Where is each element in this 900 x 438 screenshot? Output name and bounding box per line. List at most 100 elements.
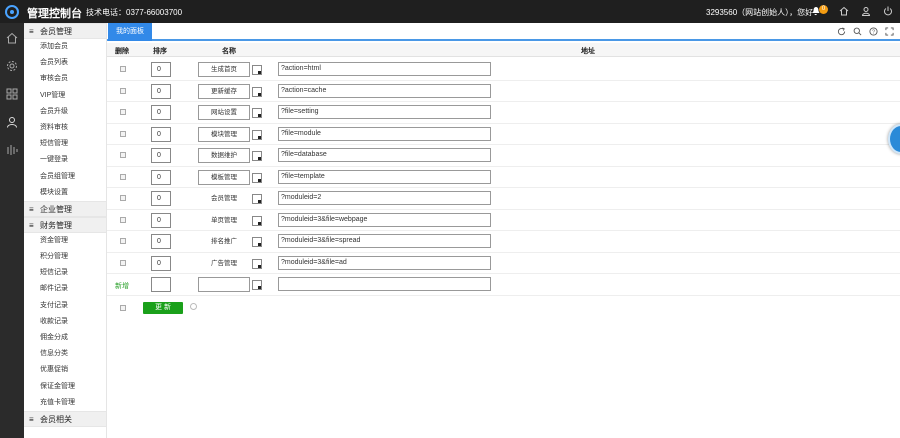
sidebar-item[interactable]: 充值卡管理	[24, 395, 106, 411]
color-picker-button[interactable]	[252, 194, 262, 204]
sidebar-item[interactable]: 资料审核	[24, 120, 106, 136]
new-order-input[interactable]	[151, 277, 171, 292]
sidebar-item[interactable]: 保证金管理	[24, 379, 106, 395]
name-input[interactable]: 生成首页	[198, 62, 250, 77]
user-icon[interactable]	[860, 4, 872, 18]
delete-checkbox[interactable]	[120, 66, 126, 72]
delete-checkbox[interactable]	[120, 259, 126, 266]
user-icon[interactable]	[5, 115, 19, 129]
color-picker-button[interactable]	[252, 108, 262, 118]
help-icon[interactable]	[190, 303, 197, 310]
order-input[interactable]: 0	[151, 148, 171, 163]
address-input[interactable]: ?file=database	[278, 148, 491, 162]
col-address: 地址	[581, 48, 595, 55]
search-icon[interactable]	[852, 26, 862, 36]
delete-checkbox[interactable]	[120, 87, 126, 94]
sidebar-item[interactable]: 会员组管理	[24, 169, 106, 185]
color-picker-button[interactable]	[252, 172, 262, 183]
address-input[interactable]: ?file=setting	[278, 105, 491, 119]
home-icon[interactable]	[838, 4, 850, 18]
sidebar-item[interactable]: 模块设置	[24, 185, 106, 201]
grid-icon[interactable]	[5, 87, 19, 101]
color-picker-button[interactable]	[252, 129, 262, 140]
sidebar-item[interactable]: 短信管理	[24, 136, 106, 152]
sidebar-item[interactable]: 审核会员	[24, 71, 106, 87]
menu-icon: ≡	[29, 414, 34, 424]
sidebar-item[interactable]: 邮件记录	[24, 281, 106, 297]
order-input[interactable]: 0	[151, 191, 171, 206]
bell-icon[interactable]: 0	[810, 4, 828, 18]
address-input[interactable]: ?moduleid=2	[278, 191, 491, 205]
sidebar-item[interactable]: 一键登录	[24, 152, 106, 168]
name-input[interactable]: 数据维护	[198, 148, 250, 163]
sidebar-item[interactable]: 收款记录	[24, 314, 106, 330]
tab-my-panel[interactable]: 我的面板	[108, 23, 152, 41]
sidebar-section-finance[interactable]: ≡ 财务管理	[24, 216, 106, 233]
name-input[interactable]: 广告管理	[198, 255, 250, 271]
color-picker-button[interactable]	[252, 258, 262, 269]
color-picker-button[interactable]	[252, 280, 262, 290]
refresh-icon[interactable]	[836, 26, 846, 36]
address-input[interactable]: ?moduleid=3&file=spread	[278, 234, 491, 248]
name-input[interactable]: 模块管理	[198, 126, 250, 142]
name-input[interactable]: 网站设置	[198, 105, 250, 120]
delete-checkbox[interactable]	[120, 152, 126, 158]
fullscreen-icon[interactable]	[884, 26, 894, 36]
color-picker-button[interactable]	[252, 65, 262, 75]
order-input[interactable]: 0	[151, 62, 171, 77]
sidebar-section-company[interactable]: ≡ 企业管理	[24, 200, 106, 217]
address-input[interactable]: ?action=cache	[278, 83, 491, 98]
delete-checkbox[interactable]	[120, 109, 126, 115]
help-icon[interactable]: ?	[868, 26, 878, 36]
order-input[interactable]: 0	[151, 169, 171, 185]
order-input[interactable]: 0	[151, 234, 171, 249]
sidebar-item[interactable]: 积分管理	[24, 249, 106, 265]
color-picker-button[interactable]	[252, 215, 262, 226]
new-name-input[interactable]	[198, 277, 250, 292]
address-input[interactable]: ?moduleid=3&file=ad	[278, 255, 491, 270]
sidebar-item[interactable]: 会员列表	[24, 55, 106, 71]
sidebar-section-member[interactable]: ≡ 会员管理	[24, 23, 106, 39]
order-input[interactable]: 0	[151, 83, 171, 99]
name-input[interactable]: 会员管理	[198, 191, 250, 206]
name-input[interactable]: 更新缓存	[198, 83, 250, 99]
sidebar-item[interactable]: 佣金分成	[24, 330, 106, 346]
select-all-checkbox[interactable]	[120, 305, 126, 311]
new-address-input[interactable]	[278, 277, 491, 291]
name-input[interactable]: 排名推广	[198, 234, 250, 249]
sidebar-item[interactable]: 资金管理	[24, 233, 106, 249]
sidebar-item[interactable]: 会员升级	[24, 104, 106, 120]
chart-icon[interactable]	[5, 143, 19, 157]
sidebar-item[interactable]: 支付记录	[24, 298, 106, 314]
address-input[interactable]: ?file=module	[278, 126, 491, 141]
order-input[interactable]: 0	[151, 255, 171, 271]
user-greeting[interactable]: 3293560（网站创始人），您好！	[706, 7, 821, 18]
sidebar-item[interactable]: 信息分类	[24, 346, 106, 362]
name-input[interactable]: 单页管理	[198, 212, 250, 228]
address-input[interactable]: ?action=html	[278, 62, 491, 76]
update-button[interactable]: 更 新	[143, 302, 183, 314]
table-row: 0 更新缓存 ?action=cache	[107, 81, 900, 102]
order-input[interactable]: 0	[151, 126, 171, 142]
color-picker-button[interactable]	[252, 237, 262, 247]
sidebar-item[interactable]: 添加会员	[24, 39, 106, 55]
sidebar-section-member-related[interactable]: ≡ 会员相关	[24, 410, 106, 427]
sidebar-item[interactable]: 短信记录	[24, 265, 106, 281]
settings-icon[interactable]	[5, 59, 19, 73]
order-input[interactable]: 0	[151, 212, 171, 228]
sidebar-item[interactable]: VIP管理	[24, 88, 106, 104]
name-input[interactable]: 模板管理	[198, 169, 250, 185]
power-icon[interactable]	[882, 4, 894, 18]
sidebar-item[interactable]: 优惠促销	[24, 362, 106, 378]
order-input[interactable]: 0	[151, 105, 171, 120]
home-icon[interactable]	[5, 31, 19, 45]
address-input[interactable]: ?moduleid=3&file=webpage	[278, 212, 491, 227]
delete-checkbox[interactable]	[120, 216, 126, 223]
color-picker-button[interactable]	[252, 86, 262, 97]
delete-checkbox[interactable]	[120, 238, 126, 244]
address-input[interactable]: ?file=template	[278, 169, 491, 184]
delete-checkbox[interactable]	[120, 173, 126, 180]
delete-checkbox[interactable]	[120, 195, 126, 201]
delete-checkbox[interactable]	[120, 130, 126, 137]
color-picker-button[interactable]	[252, 151, 262, 161]
